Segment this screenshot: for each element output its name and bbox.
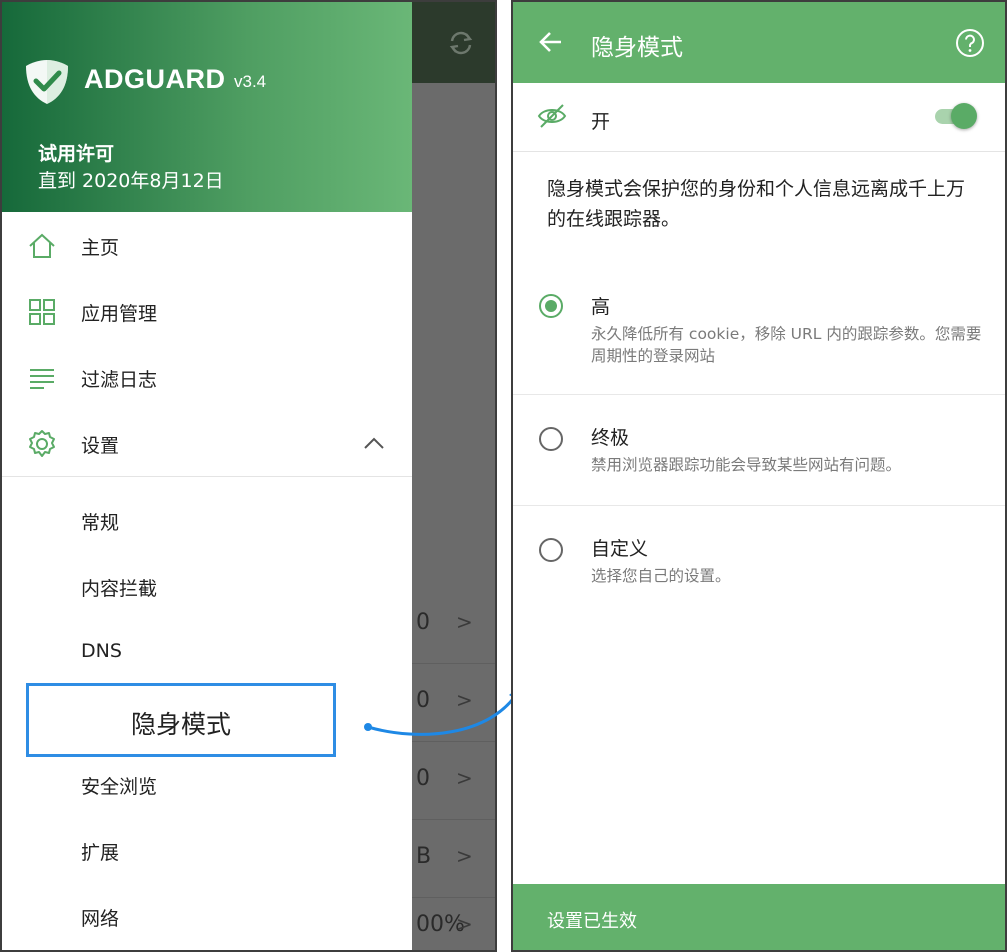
drawer-header: ADGUARD v3.4 试用许可 直到 2020年8月12日: [2, 2, 412, 212]
help-icon[interactable]: [955, 28, 985, 58]
option-title: 自定义: [591, 538, 649, 560]
settings-sub-item-label: 网络: [81, 908, 120, 930]
menu-divider: [2, 476, 412, 477]
apps-grid-icon: [29, 299, 55, 325]
list-icon: [30, 369, 54, 389]
settings-sub-item-label: 内容拦截: [81, 578, 158, 600]
switch-knob: [951, 103, 977, 129]
brand-name: ADGUARD: [84, 64, 226, 94]
settings-sub-item-label: DNS: [81, 640, 122, 662]
chevron-right-icon: >: [456, 844, 473, 868]
settings-sub-item-content-blocking[interactable]: 内容拦截: [2, 554, 412, 620]
stealth-mode-toggle-row[interactable]: 开: [513, 83, 1005, 152]
menu-item-home[interactable]: 主页: [2, 213, 412, 279]
back-arrow-icon[interactable]: [537, 28, 565, 56]
gear-icon: [29, 430, 55, 457]
page-title: 隐身模式: [591, 35, 683, 61]
option-ultimate[interactable]: 终极 禁用浏览器跟踪功能会导致某些网站有问题。: [513, 395, 1005, 506]
menu-item-label: 主页: [81, 237, 120, 259]
option-custom[interactable]: 自定义 选择您自己的设置。: [513, 506, 1005, 616]
app-bar: 隐身模式: [513, 2, 1005, 83]
chevron-right-icon: >: [456, 766, 473, 790]
option-title: 高: [591, 296, 611, 318]
left-phone-screen: 0 > 0 > 0 > B > 00% > ADGUARD v3.4 试用许可 …: [0, 0, 497, 952]
background-row-value: 0: [416, 610, 430, 635]
settings-sub-item-label: 安全浏览: [81, 776, 158, 798]
background-row-value: B: [416, 844, 432, 869]
settings-sub-item-dns[interactable]: DNS: [2, 620, 412, 686]
option-high[interactable]: 高 永久降低所有 cookie，移除 URL 内的跟踪参数。您需要周期性的登录网…: [513, 272, 1005, 395]
settings-sub-item-general[interactable]: 常规: [2, 488, 412, 554]
background-row-value: 0: [416, 766, 430, 791]
chevron-right-icon: >: [456, 610, 473, 634]
settings-sub-item-label: 常规: [81, 512, 120, 534]
background-row: 0 >: [412, 586, 495, 664]
stealth-mode-switch[interactable]: [933, 101, 979, 131]
settings-sub-item-label: 扩展: [81, 842, 120, 864]
background-row: 00% >: [412, 888, 495, 950]
chevron-right-icon: >: [456, 912, 473, 936]
background-row: 0 >: [412, 742, 495, 820]
license-expiry: 直到 2020年8月12日: [38, 170, 224, 192]
menu-item-label: 设置: [81, 435, 120, 457]
menu-item-label: 应用管理: [81, 303, 158, 325]
radio-button[interactable]: [539, 427, 563, 451]
chevron-up-icon[interactable]: [362, 435, 386, 451]
radio-button[interactable]: [539, 538, 563, 562]
option-description: 永久降低所有 cookie，移除 URL 内的跟踪参数。您需要周期性的登录网站: [591, 325, 982, 365]
menu-item-label: 过滤日志: [81, 369, 158, 391]
refresh-icon: [449, 31, 473, 55]
radio-button-selected[interactable]: [539, 294, 563, 318]
settings-sub-item-label: 隐身模式: [130, 710, 231, 739]
right-phone-screen: 隐身模式 开 隐身模式会保护您的身份和个人信息远离成千上万的在线跟踪器。 高 永…: [511, 0, 1007, 952]
settings-sub-item-stealth-mode-highlighted[interactable]: 隐身模式: [26, 683, 336, 757]
menu-item-app-management[interactable]: 应用管理: [2, 279, 412, 345]
license-title: 试用许可: [38, 143, 115, 165]
settings-sub-item-safe-browsing[interactable]: 安全浏览: [2, 752, 412, 818]
settings-sub-item-network[interactable]: 网络: [2, 884, 412, 950]
option-description: 选择您自己的设置。: [591, 567, 731, 585]
navigation-drawer: ADGUARD v3.4 试用许可 直到 2020年8月12日 主页 应用管理: [2, 2, 412, 950]
adguard-shield-icon: [26, 60, 68, 104]
menu-item-settings[interactable]: 设置: [2, 411, 412, 477]
option-title: 终极: [591, 427, 630, 449]
stealth-mode-description: 隐身模式会保护您的身份和个人信息远离成千上万的在线跟踪器。: [547, 178, 966, 230]
menu-item-filter-log[interactable]: 过滤日志: [2, 345, 412, 411]
app-version: v3.4: [234, 72, 267, 91]
settings-sub-item-extensions[interactable]: 扩展: [2, 818, 412, 884]
eye-off-icon: [537, 104, 567, 128]
option-description: 禁用浏览器跟踪功能会导致某些网站有问题。: [591, 456, 902, 474]
status-message: 设置已生效: [547, 911, 637, 932]
status-snackbar: 设置已生效: [513, 884, 1005, 950]
background-row: B >: [412, 820, 495, 898]
toggle-label: 开: [591, 111, 611, 133]
home-icon: [29, 233, 55, 258]
